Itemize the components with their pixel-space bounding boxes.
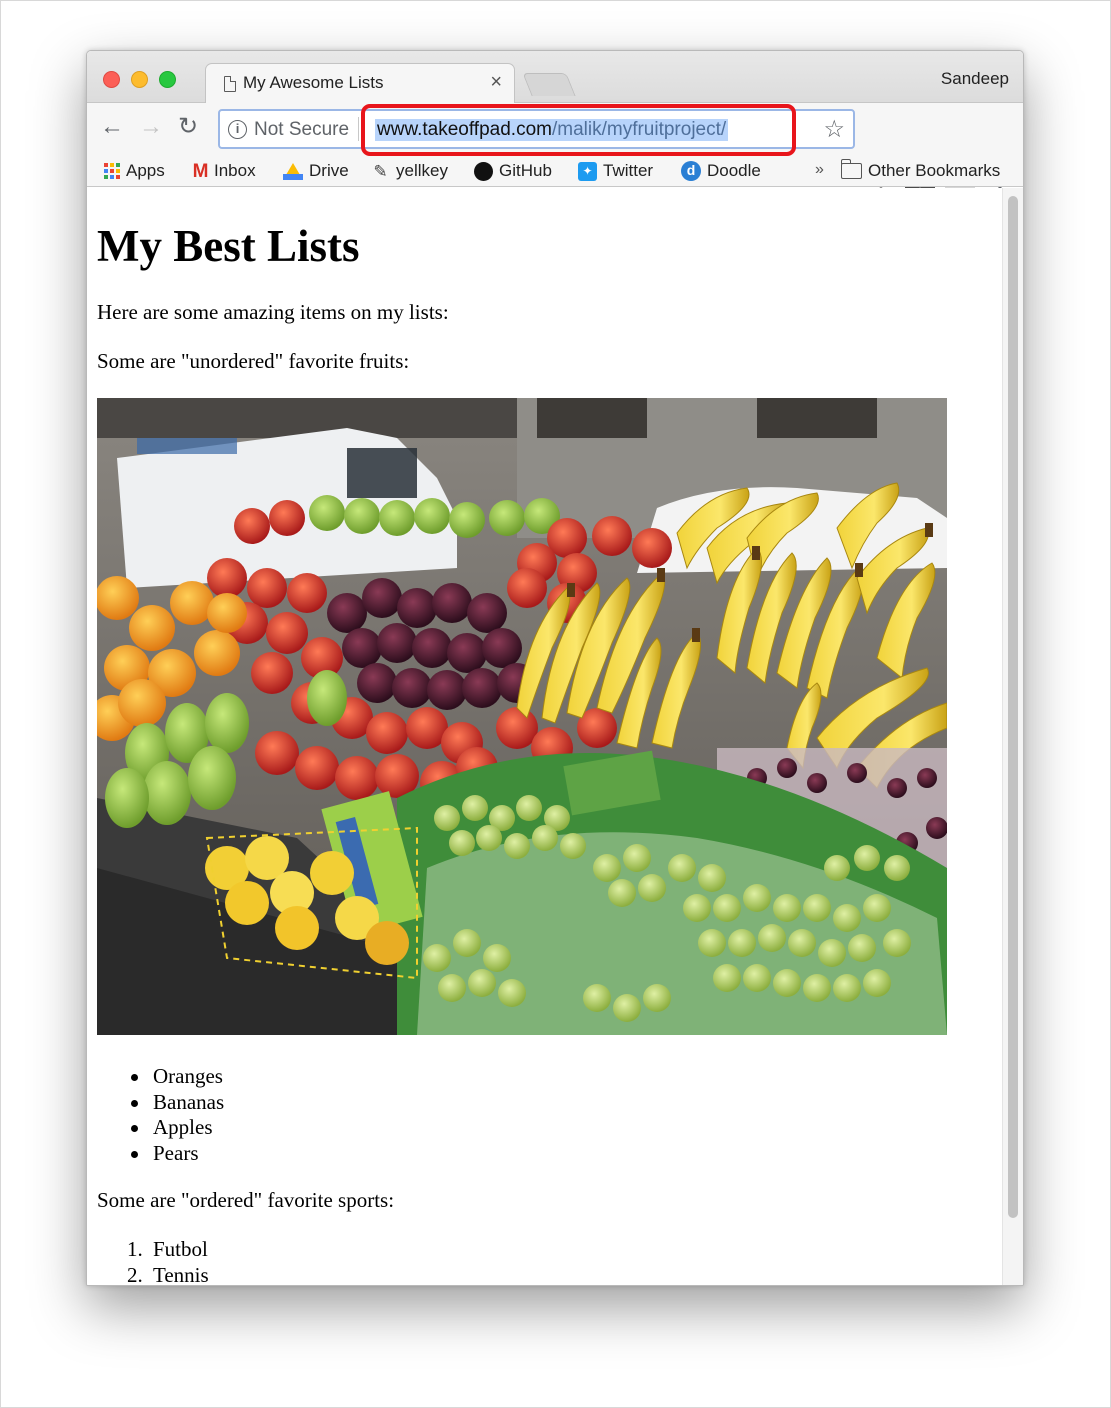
page-heading: My Best Lists	[97, 221, 360, 271]
fruits-intro-text: Some are "unordered" favorite fruits:	[97, 349, 410, 373]
url-highlight-annotation	[361, 104, 796, 156]
list-item: Apples	[130, 1115, 224, 1141]
fruit-stand-photo	[97, 398, 947, 1035]
security-label[interactable]: Not Secure	[254, 119, 349, 141]
sports-list: 1. Futbol 2. Tennis	[127, 1236, 209, 1286]
title-bar: My Awesome Lists × Sandeep	[87, 51, 1023, 104]
page-viewport: My Best Lists Here are some amazing item…	[87, 188, 1004, 1286]
apps-grid-icon	[104, 163, 120, 179]
reload-icon[interactable]: ↻	[178, 113, 198, 141]
bookmark-label: Inbox	[214, 161, 256, 180]
list-item-text: Futbol	[153, 1237, 208, 1261]
bookmark-drive[interactable]: Drive	[283, 159, 349, 183]
doodle-icon: d	[681, 161, 701, 181]
list-item: 1. Futbol	[127, 1237, 208, 1261]
sports-intro-text: Some are "ordered" favorite sports:	[97, 1188, 395, 1212]
divider	[358, 117, 359, 141]
bookmark-star-icon[interactable]: ☆	[823, 115, 845, 144]
browser-window: My Awesome Lists × Sandeep ← → ↻ i Not S…	[86, 50, 1024, 1286]
bookmark-doodle[interactable]: d Doodle	[681, 159, 761, 183]
list-item: Oranges	[130, 1064, 223, 1088]
window-minimize-button[interactable]	[131, 71, 148, 88]
fruits-list: Oranges Bananas Apples Pears	[130, 1064, 225, 1167]
bookmark-label: Twitter	[603, 161, 654, 180]
tab-title: My Awesome Lists	[243, 73, 384, 92]
bookmark-github[interactable]: GitHub	[474, 159, 552, 183]
new-tab-button[interactable]	[522, 73, 576, 96]
profile-name[interactable]: Sandeep	[941, 69, 1009, 89]
window-maximize-button[interactable]	[159, 71, 176, 88]
bookmark-label: yellkey	[396, 161, 448, 180]
folder-icon	[840, 159, 862, 179]
bookmark-apps[interactable]: Apps	[104, 159, 165, 183]
scrollbar-thumb[interactable]	[1008, 196, 1018, 1218]
bookmark-inbox[interactable]: M Inbox	[191, 159, 256, 183]
forward-arrow-icon[interactable]: →	[139, 113, 163, 141]
twitter-icon: ✦	[578, 161, 597, 181]
back-arrow-icon[interactable]: ←	[100, 113, 124, 141]
other-bookmarks-folder[interactable]: Other Bookmarks	[840, 159, 1001, 183]
window-close-button[interactable]	[103, 71, 120, 88]
bookmark-twitter[interactable]: ✦ Twitter	[578, 159, 653, 183]
bookmark-label: Apps	[126, 161, 165, 180]
bookmarks-bar: Apps M Inbox Drive ✎ yellkey GitHub ✦ Tw…	[87, 155, 1023, 187]
intro-text: Here are some amazing items on my lists:	[97, 300, 449, 324]
github-icon	[474, 161, 493, 181]
drive-icon	[283, 162, 303, 180]
more-bookmarks-chevron-icon[interactable]: »	[815, 161, 824, 179]
bookmark-label: Other Bookmarks	[868, 161, 1001, 180]
list-item: Pears	[130, 1141, 224, 1167]
list-item: 2. Tennis	[127, 1263, 209, 1286]
gmail-icon: M	[192, 160, 209, 182]
active-tab[interactable]: My Awesome Lists ×	[205, 63, 515, 104]
list-item-text: Tennis	[153, 1263, 209, 1286]
bookmark-label: Doodle	[707, 161, 761, 180]
yellkey-icon: ✎	[373, 161, 388, 181]
bookmark-label: Drive	[309, 161, 349, 180]
vertical-scrollbar[interactable]	[1002, 188, 1023, 1285]
document-icon	[224, 76, 236, 92]
info-icon[interactable]: i	[228, 120, 247, 139]
tab-close-icon[interactable]: ×	[490, 71, 502, 94]
list-item: Bananas	[130, 1089, 225, 1114]
bookmark-yellkey[interactable]: ✎ yellkey	[371, 159, 448, 183]
bookmark-label: GitHub	[499, 161, 552, 180]
